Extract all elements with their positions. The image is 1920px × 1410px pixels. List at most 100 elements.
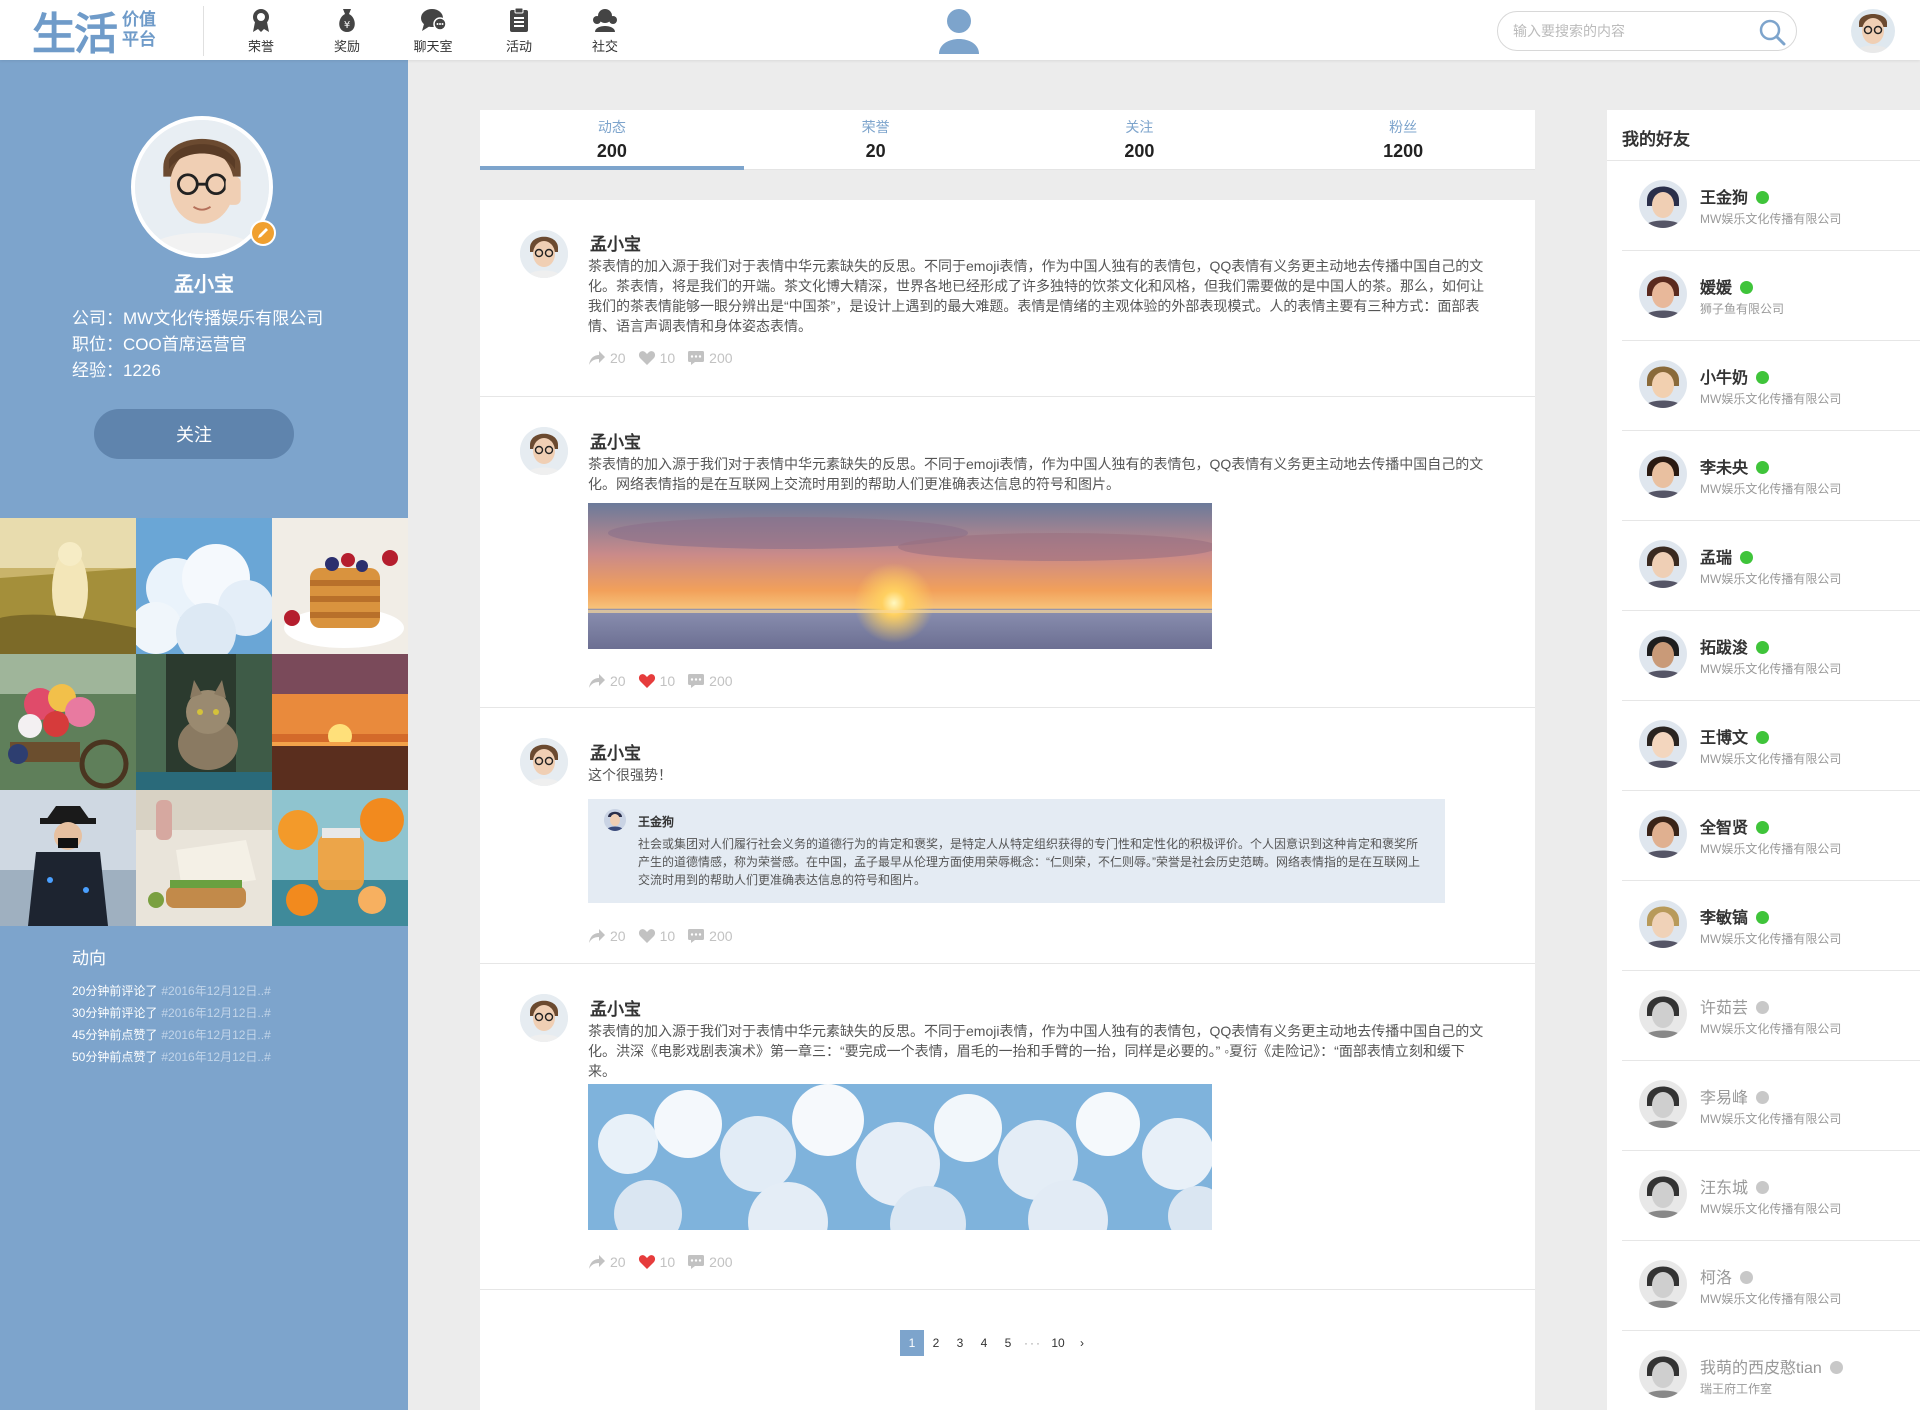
post-author-avatar[interactable]	[520, 427, 568, 475]
post-author-name[interactable]: 孟小宝	[590, 428, 641, 453]
gallery-photo[interactable]	[272, 518, 408, 654]
gallery-photo[interactable]	[272, 790, 408, 926]
next-page-button[interactable]: ›	[1070, 1330, 1094, 1356]
page-last[interactable]: 10	[1046, 1330, 1070, 1356]
share-button[interactable]: 20	[588, 1254, 626, 1270]
page-3[interactable]: 3	[948, 1330, 972, 1356]
post-author-name[interactable]: 孟小宝	[590, 995, 641, 1020]
friend-item[interactable]: 王金狗 MW娱乐文化传播有限公司	[1622, 162, 1920, 251]
gallery-photo[interactable]	[136, 654, 272, 790]
tab-followers[interactable]: 粉丝 1200	[1271, 110, 1535, 169]
friend-avatar[interactable]	[1639, 1170, 1687, 1218]
friend-name: 媛媛	[1700, 274, 1754, 298]
comment-button[interactable]: 200	[687, 928, 733, 944]
pagination-ellipsis: ···	[1024, 1336, 1042, 1350]
share-button[interactable]: 20	[588, 928, 626, 944]
friend-avatar[interactable]	[1639, 990, 1687, 1038]
friend-item[interactable]: 拓跋浚 MW娱乐文化传播有限公司	[1622, 612, 1920, 701]
friend-item[interactable]: 李敏镐 MW娱乐文化传播有限公司	[1622, 882, 1920, 971]
activity-item[interactable]: 50分钟前点赞了 #2016年12月12日..#	[72, 1046, 271, 1068]
friend-item[interactable]: 孟瑞 MW娱乐文化传播有限公司	[1622, 522, 1920, 611]
user-profile-icon[interactable]	[937, 8, 981, 54]
comment-button[interactable]: 200	[687, 1254, 733, 1270]
gallery-photo[interactable]	[0, 654, 136, 790]
friend-avatar[interactable]	[1639, 1260, 1687, 1308]
page-4[interactable]: 4	[972, 1330, 996, 1356]
friend-avatar[interactable]	[1639, 540, 1687, 588]
like-button[interactable]: 10	[638, 928, 675, 944]
status-dot	[1740, 1271, 1754, 1284]
svg-text:¥: ¥	[344, 20, 350, 31]
like-button[interactable]: 10	[638, 350, 675, 366]
quoted-author-name[interactable]: 王金狗	[638, 813, 674, 830]
gallery-photo[interactable]	[136, 518, 272, 654]
gallery-photo[interactable]	[272, 654, 408, 790]
comment-button[interactable]: 200	[687, 673, 733, 689]
post-author-avatar[interactable]	[520, 230, 568, 278]
logo[interactable]: 生活 价值 平台	[32, 6, 156, 60]
tab-following[interactable]: 关注 200	[1008, 110, 1272, 169]
activity-item[interactable]: 45分钟前点赞了 #2016年12月12日..#	[72, 1024, 271, 1046]
tab-honors[interactable]: 荣誉 20	[744, 110, 1008, 169]
gallery-photo[interactable]	[0, 790, 136, 926]
quoted-post[interactable]: 王金狗 社会或集团对人们履行社会义务的道德行为的肯定和褒奖，是特定人从特定组织获…	[588, 799, 1445, 903]
friend-item[interactable]: 李易峰 MW娱乐文化传播有限公司	[1622, 1062, 1920, 1151]
friend-avatar[interactable]	[1639, 630, 1687, 678]
friend-item[interactable]: 王博文 MW娱乐文化传播有限公司	[1622, 702, 1920, 791]
post-image[interactable]	[588, 503, 1212, 649]
friend-avatar[interactable]	[1639, 450, 1687, 498]
friend-avatar[interactable]	[1639, 1080, 1687, 1128]
follow-button[interactable]: 关注	[94, 409, 294, 459]
post-image[interactable]	[588, 1084, 1212, 1230]
like-button[interactable]: 10	[638, 1254, 675, 1270]
comment-icon	[688, 351, 705, 365]
page-5[interactable]: 5	[996, 1330, 1020, 1356]
friend-item[interactable]: 小牛奶 MW娱乐文化传播有限公司	[1622, 342, 1920, 431]
friend-avatar[interactable]	[1639, 1350, 1687, 1398]
quoted-author-avatar[interactable]	[604, 809, 626, 831]
post-author-avatar[interactable]	[520, 738, 568, 786]
page-2[interactable]: 2	[924, 1330, 948, 1356]
activity-item[interactable]: 20分钟前评论了 #2016年12月12日..#	[72, 980, 271, 1002]
search-icon[interactable]	[1758, 18, 1786, 46]
friend-item[interactable]: 媛媛 狮子鱼有限公司	[1622, 252, 1920, 341]
like-button[interactable]: 10	[638, 673, 675, 689]
top-user-avatar[interactable]	[1851, 9, 1895, 53]
post-author-avatar[interactable]	[520, 994, 568, 1042]
friend-avatar[interactable]	[1639, 180, 1687, 228]
nav-activity[interactable]: 活动	[478, 6, 560, 55]
friend-item[interactable]: 全智贤 MW娱乐文化传播有限公司	[1622, 792, 1920, 881]
search-input[interactable]	[1513, 12, 1753, 50]
friend-name: 小牛奶	[1700, 364, 1770, 388]
friend-item[interactable]: 李未央 MW娱乐文化传播有限公司	[1622, 432, 1920, 521]
heart-icon	[638, 1255, 655, 1269]
friend-avatar[interactable]	[1639, 810, 1687, 858]
post-author-name[interactable]: 孟小宝	[590, 230, 641, 255]
nav-honor[interactable]: 荣誉	[220, 6, 302, 55]
share-button[interactable]: 20	[588, 673, 626, 689]
nav-chat[interactable]: 聊天室	[392, 6, 474, 55]
friend-avatar[interactable]	[1639, 720, 1687, 768]
nav-social[interactable]: 社交	[564, 6, 646, 55]
friend-avatar[interactable]	[1639, 360, 1687, 408]
friend-avatar[interactable]	[1639, 900, 1687, 948]
friends-title: 我的好友	[1622, 130, 1690, 149]
friend-item[interactable]: 我萌的西皮憨tian 瑞王府工作室	[1622, 1332, 1920, 1410]
share-button[interactable]: 20	[588, 350, 626, 366]
gallery-photo[interactable]	[0, 518, 136, 654]
friend-item[interactable]: 柯洛 MW娱乐文化传播有限公司	[1622, 1242, 1920, 1331]
feed: 孟小宝 茶表情的加入源于我们对于表情中华元素缺失的反思。不同于emoji表情，作…	[480, 200, 1535, 1410]
post-author-name[interactable]: 孟小宝	[590, 739, 641, 764]
status-dot	[1756, 641, 1770, 654]
friend-avatar[interactable]	[1639, 270, 1687, 318]
edit-profile-button[interactable]	[250, 220, 276, 246]
friend-item[interactable]: 许茹芸 MW娱乐文化传播有限公司	[1622, 972, 1920, 1061]
friend-item[interactable]: 汪东城 MW娱乐文化传播有限公司	[1622, 1152, 1920, 1241]
activity-item[interactable]: 30分钟前评论了 #2016年12月12日..#	[72, 1002, 271, 1024]
tab-posts[interactable]: 动态 200	[480, 110, 744, 170]
comment-button[interactable]: 200	[687, 350, 733, 366]
nav-reward[interactable]: ¥ 奖励	[306, 6, 388, 55]
status-dot	[1756, 1181, 1770, 1194]
page-1[interactable]: 1	[900, 1330, 924, 1356]
gallery-photo[interactable]	[136, 790, 272, 926]
